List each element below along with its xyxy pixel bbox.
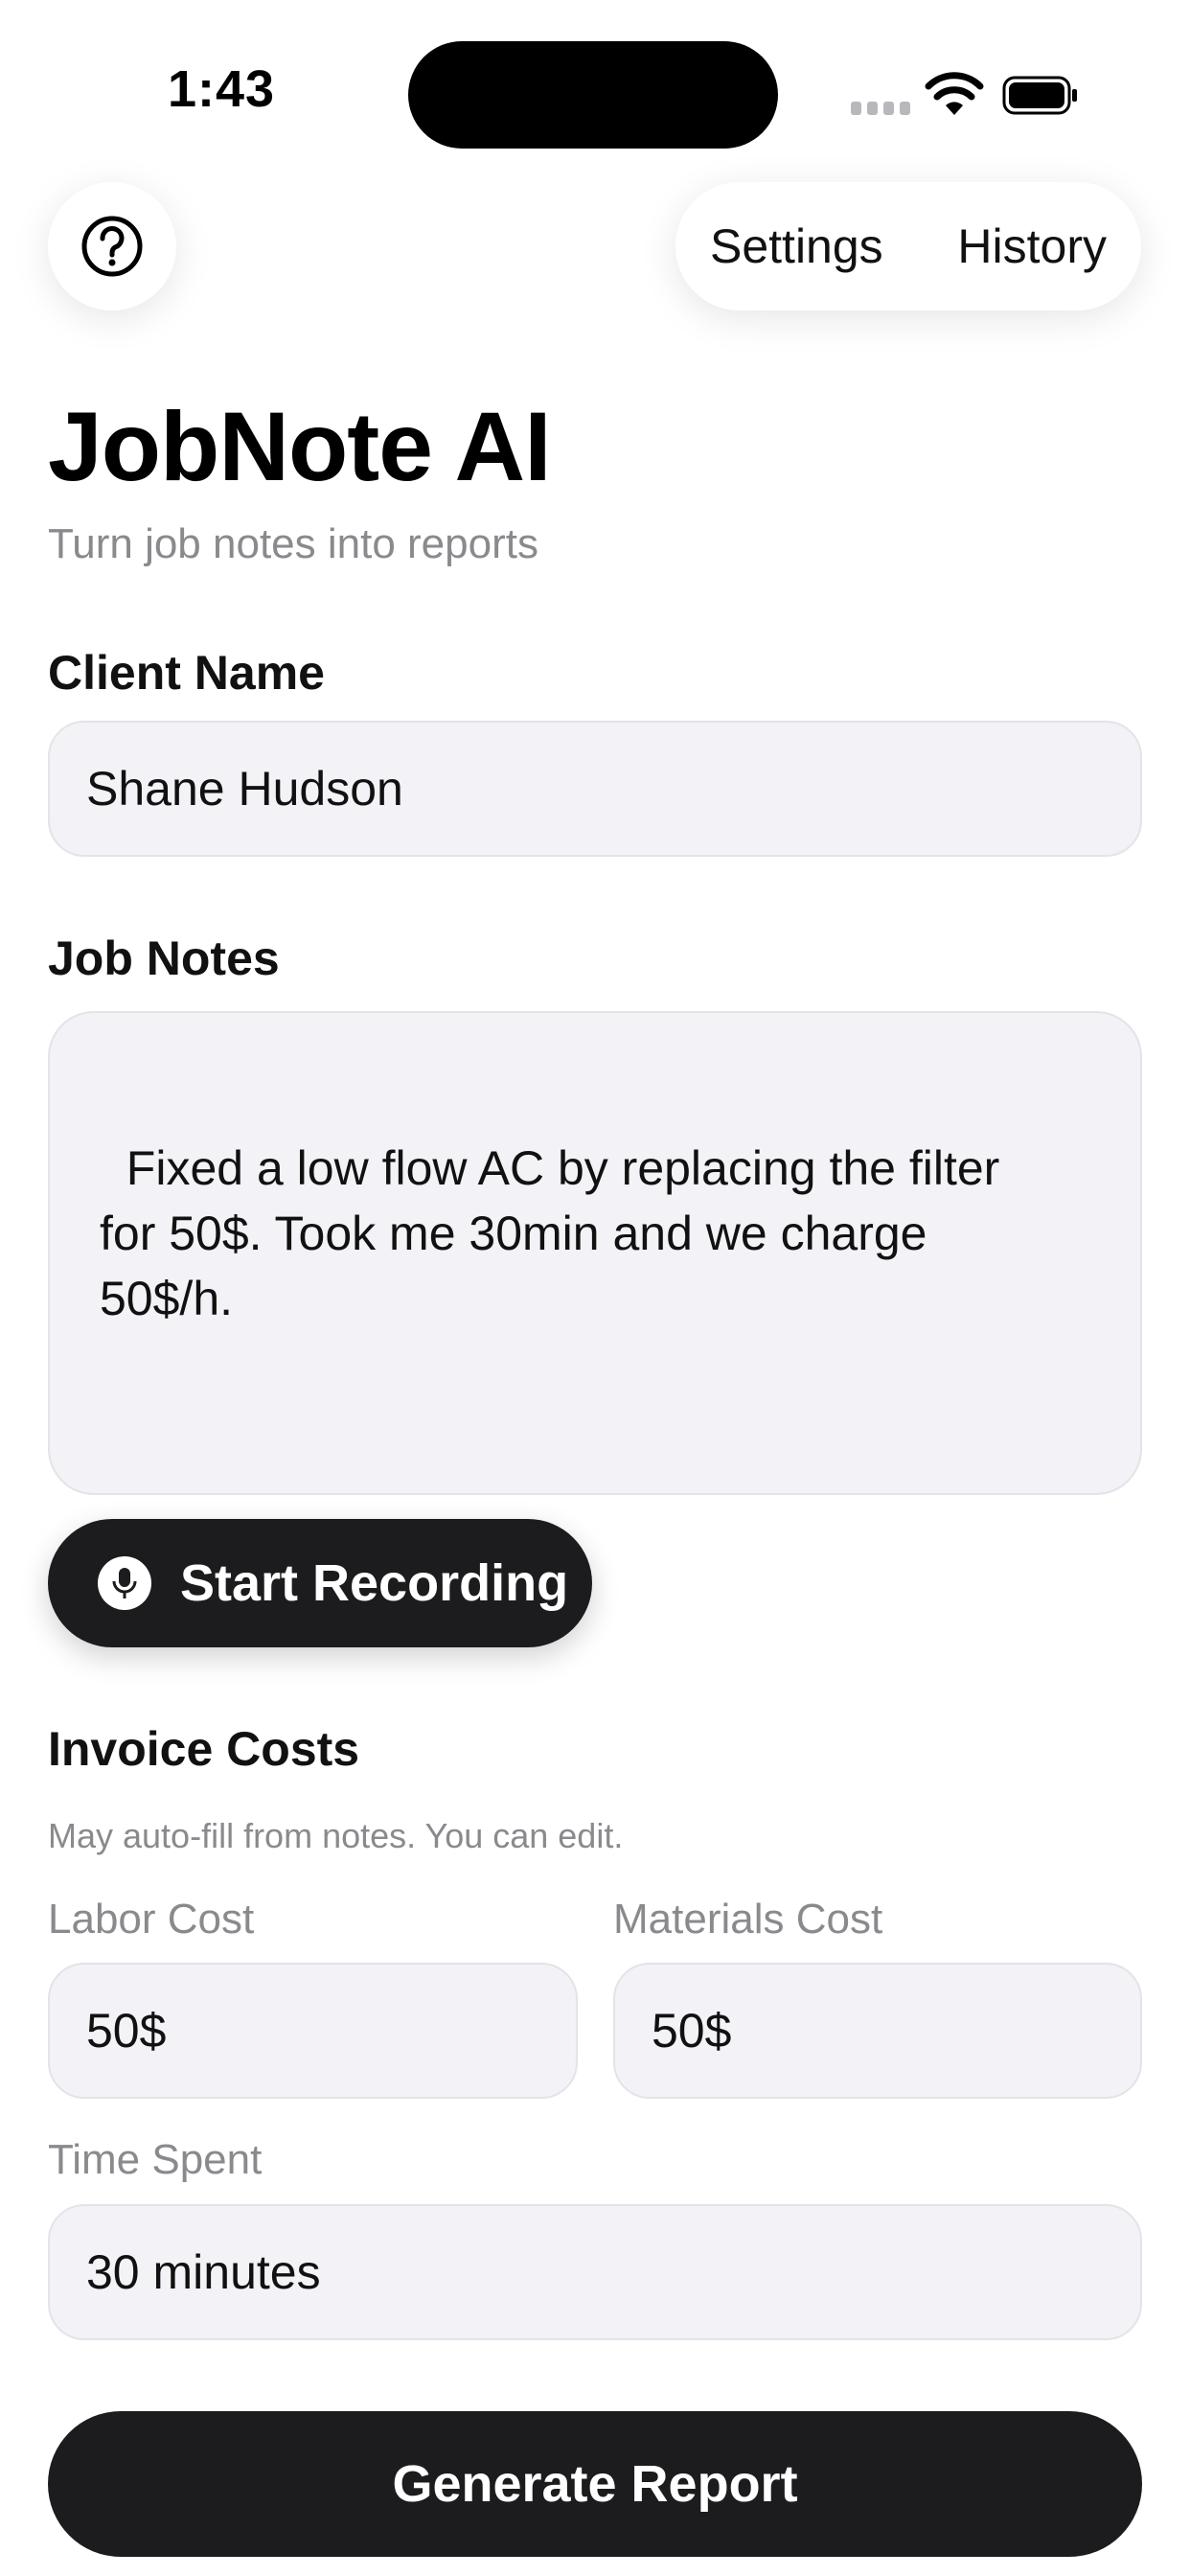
app-subtitle: Turn job notes into reports bbox=[48, 520, 538, 567]
generate-report-button[interactable]: Generate Report bbox=[48, 2411, 1142, 2557]
labor-cost-input[interactable]: 50$ bbox=[48, 1963, 578, 2099]
wifi-icon bbox=[925, 72, 984, 115]
invoice-costs-hint: May auto-fill from notes. You can edit. bbox=[48, 1816, 624, 1855]
start-recording-label: Start Recording bbox=[180, 1554, 569, 1612]
materials-cost-label: Materials Cost bbox=[613, 1896, 883, 1943]
status-time: 1:43 bbox=[168, 60, 276, 118]
time-spent-input[interactable]: 30 minutes bbox=[48, 2204, 1142, 2340]
cellular-signal-icon bbox=[851, 102, 910, 115]
question-circle-icon bbox=[81, 216, 143, 277]
labor-cost-value: 50$ bbox=[86, 2004, 167, 2058]
settings-button[interactable]: Settings bbox=[706, 218, 887, 274]
client-name-label: Client Name bbox=[48, 646, 325, 700]
generate-report-label: Generate Report bbox=[392, 2455, 798, 2513]
dynamic-island bbox=[408, 41, 778, 149]
history-button[interactable]: History bbox=[953, 218, 1110, 274]
start-recording-button[interactable]: Start Recording bbox=[48, 1519, 592, 1647]
battery-icon bbox=[1002, 76, 1077, 115]
time-spent-value: 30 minutes bbox=[86, 2245, 321, 2299]
client-name-input[interactable]: Shane Hudson bbox=[48, 721, 1142, 857]
job-notes-label: Job Notes bbox=[48, 932, 280, 985]
invoice-costs-title: Invoice Costs bbox=[48, 1722, 360, 1776]
help-button[interactable] bbox=[48, 182, 176, 310]
time-spent-label: Time Spent bbox=[48, 2136, 263, 2183]
microphone-icon bbox=[98, 1556, 151, 1610]
labor-cost-label: Labor Cost bbox=[48, 1896, 255, 1943]
materials-cost-value: 50$ bbox=[652, 2004, 732, 2058]
header-nav: Settings History bbox=[675, 182, 1141, 310]
materials-cost-input[interactable]: 50$ bbox=[613, 1963, 1142, 2099]
app-title: JobNote AI bbox=[48, 392, 552, 501]
job-notes-value: Fixed a low flow AC by replacing the fil… bbox=[100, 1141, 1000, 1325]
job-notes-textarea[interactable]: Fixed a low flow AC by replacing the fil… bbox=[48, 1011, 1142, 1495]
client-name-value: Shane Hudson bbox=[86, 762, 403, 816]
